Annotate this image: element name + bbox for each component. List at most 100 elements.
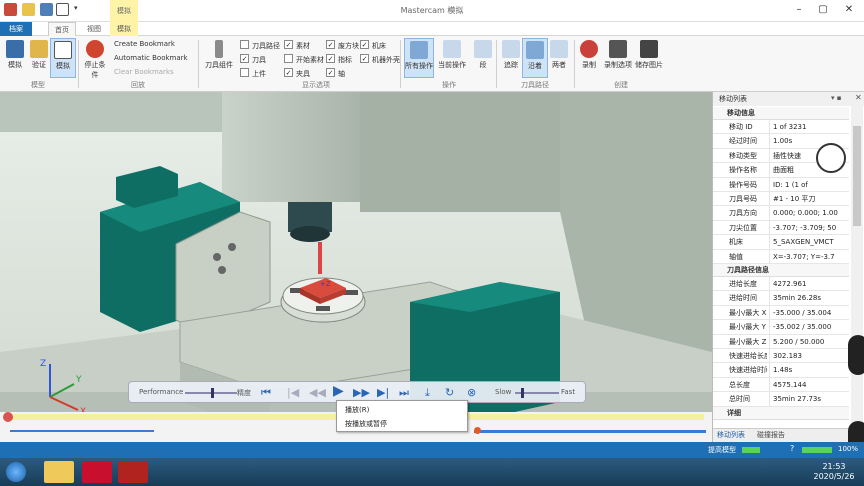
both-button[interactable]: 两者 <box>546 38 572 78</box>
checkbox-8[interactable]: ✓ <box>326 68 335 77</box>
ribbon: 模拟 验证 模拟 模型 停止条件 Create Bookmark Automat… <box>0 36 864 92</box>
record-options-icon <box>609 40 627 58</box>
save-image-button[interactable]: 储存图片 <box>634 38 664 78</box>
row-key: 进给时间 <box>729 294 757 303</box>
row-key: 最小/最大 X <box>729 308 767 317</box>
precision-slider-track[interactable] <box>10 430 154 432</box>
jump-icon[interactable]: ⤓ <box>425 386 430 400</box>
rewind-icon[interactable]: ◀◀ <box>309 386 326 400</box>
checkbox-10[interactable]: ✓ <box>360 54 369 63</box>
current-operation-button[interactable]: 当前操作 <box>436 38 468 78</box>
row-key: 机床 <box>729 238 743 247</box>
monitor-icon <box>54 41 72 59</box>
speed-slider-thumb[interactable] <box>521 388 524 398</box>
speed-marker[interactable] <box>474 427 481 434</box>
collision-icon[interactable]: ⊗ <box>467 386 476 400</box>
clock-time: 21:53 <box>822 462 846 471</box>
stop-conditions-button[interactable]: 停止条件 <box>82 38 108 79</box>
play-icon[interactable]: ▶ <box>333 384 344 398</box>
timeline-start-marker[interactable] <box>3 412 13 422</box>
status-indicator <box>742 447 760 453</box>
panel-pin-icon[interactable]: ▾ ▪ <box>831 94 841 102</box>
segment-button[interactable]: 段 <box>470 38 496 78</box>
status-label: 提高模型 <box>708 446 736 454</box>
maximize-button[interactable]: ▢ <box>816 3 830 17</box>
clear-bookmarks-button[interactable]: Clear Bookmarks <box>114 68 174 76</box>
checkbox-label: 刀具路径 <box>252 42 280 50</box>
checkbox-4[interactable] <box>284 54 293 63</box>
trace-button[interactable]: 追踪 <box>498 38 524 78</box>
fast-forward-icon[interactable]: ▶▶ <box>353 386 370 400</box>
verify-button[interactable]: 验证 <box>26 38 52 78</box>
tab-move-list[interactable]: 移动列表 <box>717 429 745 442</box>
performance-slider-thumb[interactable] <box>211 388 214 398</box>
checkbox-1[interactable]: ✓ <box>240 54 249 63</box>
slow-label: Slow <box>495 388 512 396</box>
panel-close-icon[interactable]: ✕ <box>855 93 862 102</box>
last-frame-icon[interactable]: ⏭ <box>399 386 409 400</box>
tooltip-desc: 按播放或暂停 <box>345 420 387 428</box>
checkbox-5[interactable]: ✓ <box>284 68 293 77</box>
sim-button[interactable]: 模拟 <box>2 38 28 78</box>
checkbox-9[interactable]: ✓ <box>360 40 369 49</box>
simulate-button[interactable]: 模拟 <box>50 38 76 78</box>
tool-group-button[interactable]: 刀具组件 <box>204 38 234 78</box>
tab-simulate[interactable]: 模拟 <box>110 22 138 36</box>
group-label-create: 创建 <box>614 81 628 89</box>
group-label-toolpath: 刀具路径 <box>521 81 549 89</box>
solidworks-taskbar-icon[interactable] <box>118 461 148 483</box>
checkbox-0[interactable] <box>240 40 249 49</box>
start-button[interactable] <box>6 462 26 482</box>
loop-icon[interactable]: ↻ <box>445 386 454 400</box>
checkbox-label: 刀具 <box>252 56 266 64</box>
explorer-icon[interactable] <box>44 461 74 483</box>
step-back-icon[interactable]: |◀ <box>287 386 299 400</box>
tab-view[interactable]: 视图 <box>80 22 108 36</box>
row-key: 移动 ID <box>729 123 753 131</box>
step-forward-icon[interactable]: ▶| <box>377 386 389 400</box>
divider <box>574 40 575 88</box>
tab-file[interactable]: 档案 <box>0 22 32 36</box>
trail-icon <box>526 41 544 59</box>
zoom-bar[interactable] <box>802 447 832 453</box>
create-bookmark-button[interactable]: Create Bookmark <box>114 40 175 48</box>
svg-text:Y: Y <box>75 375 82 385</box>
row-key: 最小/最大 Z <box>729 337 767 346</box>
close-button[interactable]: ✕ <box>842 3 856 17</box>
mastercam-taskbar-icon[interactable] <box>82 461 112 483</box>
minimize-button[interactable]: – <box>792 3 806 17</box>
ribbon-tabs: 档案 首页 视图 模拟 <box>0 22 864 36</box>
group-label-operations: 操作 <box>442 81 456 89</box>
zoom-value: 100% <box>838 445 859 453</box>
divider <box>496 40 497 88</box>
row-key: 刀尖位置 <box>729 223 757 232</box>
svg-text:+Z: +Z <box>320 280 331 288</box>
panel-section-move[interactable]: 移动信息 <box>713 107 849 120</box>
window-title: Mastercam 模拟 <box>400 6 464 15</box>
speed-track[interactable] <box>474 430 706 433</box>
recording-overlay <box>814 125 864 485</box>
record-options-button[interactable]: 录制选项 <box>602 38 634 78</box>
checkbox-label: 废方块 <box>338 42 359 50</box>
checkbox-2[interactable] <box>240 68 249 77</box>
both-icon <box>550 40 568 58</box>
row-key: 最小/最大 Y <box>729 323 766 332</box>
tab-home[interactable]: 首页 <box>48 22 76 36</box>
automatic-bookmark-button[interactable]: Automatic Bookmark <box>114 54 188 62</box>
checkbox-6[interactable]: ✓ <box>326 40 335 49</box>
first-frame-icon[interactable]: ⏮ <box>261 386 271 400</box>
checkbox-3[interactable]: ✓ <box>284 40 293 49</box>
record-button[interactable]: 录制 <box>576 38 602 78</box>
verify-icon <box>30 40 48 58</box>
checkbox-label: 机器外壳 <box>372 56 400 64</box>
divider <box>400 40 401 88</box>
group-label-playback: 回放 <box>131 81 145 89</box>
fast-label: Fast <box>561 388 576 396</box>
all-operations-button[interactable]: 所有操作 <box>404 38 434 78</box>
trail-button[interactable]: 沿着 <box>522 38 548 78</box>
checkbox-label: 素材 <box>296 42 310 50</box>
help-icon[interactable]: ? <box>790 444 794 453</box>
tab-collision-report[interactable]: 碰撞报告 <box>757 429 785 442</box>
row-key: 经过时间 <box>729 137 757 146</box>
checkbox-7[interactable]: ✓ <box>326 54 335 63</box>
